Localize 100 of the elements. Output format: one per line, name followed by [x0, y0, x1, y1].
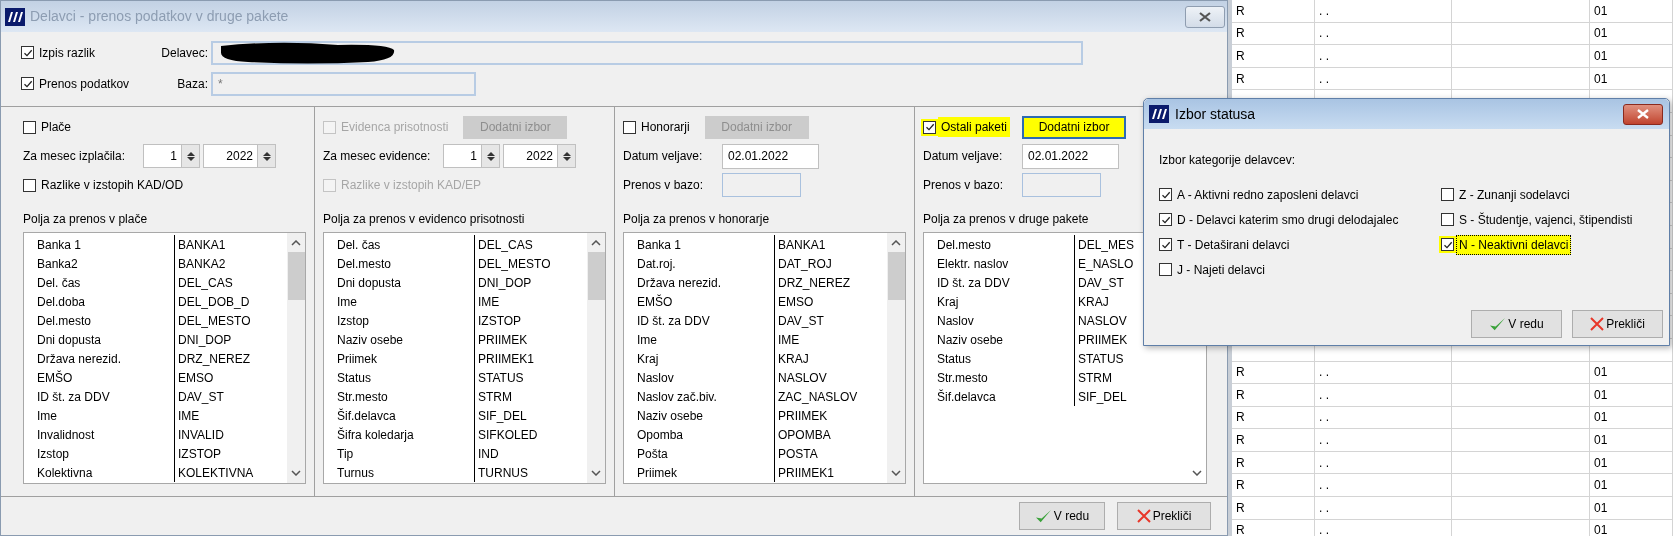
- table-cell: . .: [1315, 406, 1452, 430]
- period-label: Za mesec izplačila:: [23, 148, 127, 165]
- list-cell: NASLOV: [774, 368, 827, 387]
- checkbox-label: Honorarji: [640, 119, 691, 136]
- list-cell-text: ID št. za DDV: [936, 274, 1011, 292]
- table-cell: R: [1232, 0, 1315, 23]
- list-cell-text: Kraj: [936, 293, 960, 311]
- table-cell: . .: [1315, 451, 1452, 475]
- list-cell: BANKA1: [174, 235, 226, 254]
- list-cell-text: Šif.delavca: [336, 407, 397, 425]
- list-cell: DAT_ROJ: [774, 254, 832, 273]
- checkbox-label: Prenos podatkov: [38, 75, 131, 93]
- list-cell-text: Banka 1: [636, 236, 683, 254]
- list-cell-text: Država nerezid.: [36, 350, 123, 368]
- table-cell: R: [1232, 519, 1315, 536]
- checkbox-label: Evidenca prisotnosti: [340, 119, 450, 136]
- list-cell: DAV_ST: [174, 387, 224, 406]
- list-cell-text: Naslov: [936, 312, 975, 330]
- list-cell: IME: [474, 292, 500, 311]
- list-cell: POSTA: [774, 444, 818, 463]
- list-cell: IME: [774, 330, 800, 349]
- list-cell-text: Turnus: [336, 464, 375, 482]
- table-cell: . .: [1315, 497, 1452, 520]
- table-cell: . .: [1315, 474, 1452, 498]
- list-cell-text: Dni dopusta: [336, 274, 403, 292]
- list-cell-text: Dat.roj.: [636, 255, 677, 273]
- list-cell: IND: [474, 444, 499, 463]
- list-cell: DNI_DOP: [174, 330, 232, 349]
- table-cell: R: [1232, 384, 1315, 407]
- checkbox-label: J - Najeti delavci: [1176, 261, 1267, 279]
- list-cell-text: Ime: [336, 293, 358, 311]
- checkbox-label: A - Aktivni redno zaposleni delavci: [1176, 186, 1360, 204]
- list-cell-text: Del.doba: [36, 293, 87, 311]
- list-cell-text: EMŠO: [636, 293, 674, 311]
- period-label: Za mesec evidence:: [323, 148, 432, 165]
- list-cell-text: Ime: [36, 407, 58, 425]
- list-cell-text: Del.mesto: [336, 255, 393, 273]
- field-label: Baza:: [176, 75, 209, 93]
- list-cell-text: Status: [336, 369, 373, 387]
- checkbox-label: Razlike v izstopih KAD/EP: [340, 177, 483, 194]
- list-cell-text: Tip: [336, 445, 355, 463]
- list-cell: DEL_MESTO: [474, 254, 551, 273]
- list-cell-text: ID št. za DDV: [36, 388, 111, 406]
- table-cell: R: [1232, 67, 1315, 91]
- list-cell-text: Del. čas: [36, 274, 82, 292]
- list-cell-text: Ime: [636, 331, 658, 349]
- list-cell-text: Šifra koledarja: [336, 426, 415, 444]
- list-cell: SIF_DEL: [1074, 387, 1127, 406]
- list-heading: Polja za prenos v honorarje: [623, 211, 770, 227]
- list-cell-text: Naslov zač.biv.: [636, 388, 718, 406]
- list-heading: Polja za prenos v druge pakete: [923, 211, 1089, 227]
- list-cell: ZAC_NASLOV: [774, 387, 858, 406]
- list-cell: STRM: [474, 387, 512, 406]
- list-cell: TURNUS: [474, 463, 528, 482]
- date-label: Datum veljave:: [923, 148, 1004, 165]
- checkbox-label: Izpis razlik: [38, 44, 96, 62]
- list-cell: DNI_DOP: [474, 273, 532, 292]
- list-cell: DEL_DOB_D: [174, 292, 250, 311]
- table-cell: 01: [1590, 22, 1673, 46]
- list-cell: KOLEKTIVNA: [174, 463, 254, 482]
- table-cell: . .: [1315, 22, 1452, 46]
- list-cell-text: Pošta: [636, 445, 669, 463]
- list-cell-text: Naslov: [636, 369, 675, 387]
- list-cell: PRIIMEK: [774, 406, 828, 425]
- table-cell: R: [1232, 497, 1315, 520]
- table-cell: 01: [1590, 519, 1673, 536]
- table-cell: . .: [1315, 67, 1452, 91]
- list-cell-text: EMŠO: [36, 369, 74, 387]
- target-label: Prenos v bazo:: [923, 177, 1005, 194]
- list-cell: IME: [174, 406, 200, 425]
- table-cell: R: [1232, 361, 1315, 385]
- list-cell: PRIIMEK1: [774, 463, 834, 482]
- checkbox-label: Plače: [40, 119, 73, 136]
- table-cell: R: [1232, 22, 1315, 46]
- list-cell-text: Str.mesto: [936, 369, 989, 387]
- list-heading: Polja za prenos v plače: [23, 211, 148, 227]
- field-label: Delavec:: [160, 44, 209, 62]
- table-cell: R: [1232, 451, 1315, 475]
- list-cell: OPOMBA: [774, 425, 831, 444]
- list-cell: DEL_MES: [1074, 235, 1135, 254]
- list-cell-text: Dni dopusta: [36, 331, 103, 349]
- list-cell-text: Banka 1: [36, 236, 83, 254]
- list-cell: E_NASLO: [1074, 254, 1134, 273]
- table-cell: . .: [1315, 45, 1452, 68]
- list-cell: NASLOV: [1074, 311, 1127, 330]
- list-cell: DRZ_NEREZ: [774, 273, 850, 292]
- list-cell: KRAJ: [774, 349, 809, 368]
- table-cell: . .: [1315, 519, 1452, 536]
- table-cell: 01: [1590, 45, 1673, 68]
- window-title: Delavci - prenos podatkov v druge pakete: [30, 7, 289, 26]
- list-cell: DAV_ST: [774, 311, 824, 330]
- list-cell: PRIIMEK1: [474, 349, 534, 368]
- table-cell: 01: [1590, 451, 1673, 475]
- list-cell: PRIIMEK: [474, 330, 528, 349]
- table-cell: . .: [1315, 384, 1452, 407]
- table-cell: . .: [1315, 361, 1452, 385]
- list-cell-text: Priimek: [636, 464, 678, 482]
- list-cell: KRAJ: [1074, 292, 1109, 311]
- list-cell-text: Naziv osebe: [636, 407, 705, 425]
- checkbox-label: D - Delavci katerim smo drugi delodajalec: [1176, 211, 1400, 229]
